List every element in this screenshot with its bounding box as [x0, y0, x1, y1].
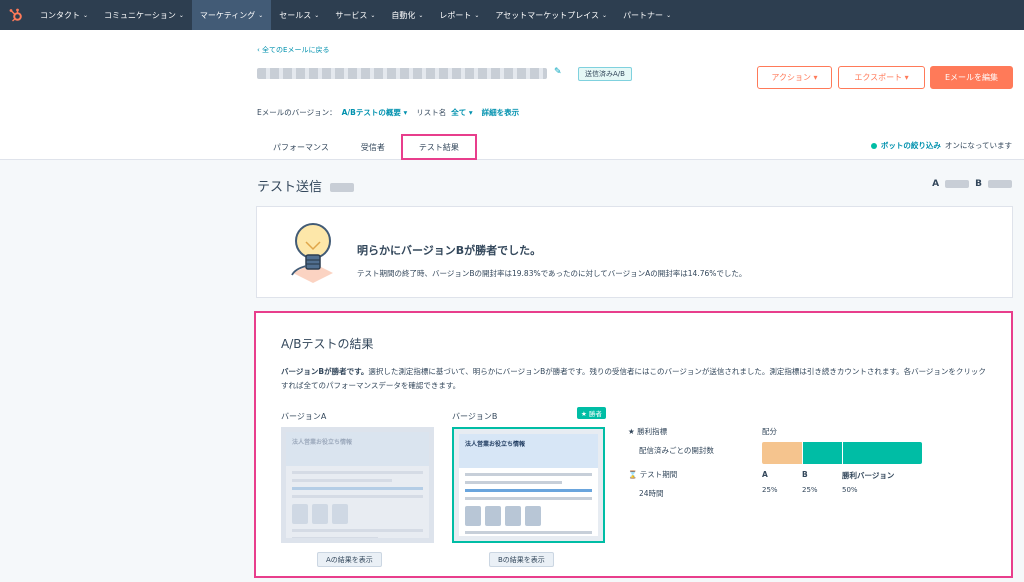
email-title-redacted	[257, 68, 547, 79]
version-selector-row: Eメールのバージョン： A/Bテストの概要 ▾ リスト名 全て ▾ 詳細を表示	[257, 107, 519, 118]
pencil-icon[interactable]: ✎	[554, 67, 562, 77]
chevron-down-icon: ⌄	[666, 11, 672, 19]
distribution-label: B	[802, 470, 808, 479]
chevron-down-icon: ⌄	[602, 11, 608, 19]
tab-test-results[interactable]: テスト結果	[400, 134, 477, 160]
email-header: ‹ 全てのEメールに戻る ✎ 送信済みA/B アクション ▾ エクスポート ▾ …	[0, 30, 1024, 160]
view-a-results-button[interactable]: Aの結果を表示	[317, 552, 382, 567]
distribution-bar	[762, 442, 922, 464]
lightbulb-icon	[287, 219, 339, 290]
ab-test-results-card: A/Bテストの結果 バージョンBが勝者です。選択した測定指標に基づいて、明らかに…	[254, 311, 1013, 578]
actions-button[interactable]: アクション ▾	[757, 66, 832, 89]
view-b-results-button[interactable]: Bの結果を表示	[489, 552, 554, 567]
chevron-down-icon: ⌄	[83, 11, 89, 19]
nav-item[interactable]: レポート ⌄	[431, 0, 487, 30]
chevron-down-icon: ⌄	[258, 11, 264, 19]
metric-heading: 勝利指標	[637, 427, 668, 436]
redacted-chip	[330, 183, 355, 192]
nav-item[interactable]: マーケティング ⌄	[191, 0, 272, 30]
distribution-segment	[762, 442, 802, 464]
distribution-percent: 25%	[802, 486, 818, 494]
export-button[interactable]: エクスポート ▾	[838, 66, 925, 89]
nav-item[interactable]: アセットマーケットプレイス ⌄	[487, 0, 615, 30]
distribution-block: 配分 A B 勝利バージョン 25% 25% 50%	[762, 426, 922, 494]
distribution-segment	[842, 442, 922, 464]
distribution-segment	[802, 442, 842, 464]
nav-item-label: アセットマーケットプレイス	[495, 10, 600, 20]
winner-badge: ★ 勝者	[577, 407, 606, 419]
period-value: 24時間	[639, 489, 664, 498]
tab-performance[interactable]: パフォーマンス	[257, 134, 345, 160]
back-to-emails-link[interactable]: ‹ 全てのEメールに戻る	[257, 45, 329, 55]
nav-item[interactable]: サービス ⌄	[327, 0, 383, 30]
chevron-down-icon: ⌄	[474, 11, 480, 19]
nav-item-label: 自動化	[391, 10, 416, 20]
page-title: テスト送信	[257, 176, 355, 195]
nav-item-label: セールス	[279, 10, 312, 20]
bot-filter-text: オンになっています	[944, 141, 1012, 150]
winner-description: テスト期間の終了時、バージョンBの開封率は19.83%であったのに対してバージョ…	[357, 269, 747, 278]
distribution-heading: 配分	[762, 427, 777, 436]
chevron-down-icon: ⌄	[418, 11, 424, 19]
results-description: バージョンBが勝者です。選択した測定指標に基づいて、明らかにバージョンBが勝者で…	[281, 367, 986, 390]
list-label: リスト名	[416, 108, 447, 117]
nav-item-label: コミュニケーション	[104, 10, 176, 20]
chevron-down-icon: ⌄	[178, 11, 184, 19]
version-b-label: バージョンB	[452, 412, 498, 421]
nav-item[interactable]: 自動化 ⌄	[383, 0, 431, 30]
winner-summary-card: 明らかにバージョンBが勝者でした。 テスト期間の終了時、バージョンBの開封率は1…	[256, 206, 1013, 298]
distribution-percent: 50%	[842, 486, 858, 494]
tab-recipients[interactable]: 受信者	[345, 134, 401, 160]
star-icon: ★	[628, 427, 635, 436]
status-dot-icon	[870, 142, 877, 149]
nav-item[interactable]: コミュニケーション ⌄	[96, 0, 192, 30]
period-heading: テスト期間	[639, 470, 678, 479]
tab-bar: パフォーマンス 受信者 テスト結果	[257, 134, 477, 160]
nav-item[interactable]: パートナー ⌄	[615, 0, 679, 30]
status-badge: 送信済みA/B	[578, 67, 632, 81]
list-dropdown[interactable]: 全て ▾	[451, 107, 472, 118]
nav-item-label: パートナー	[623, 10, 664, 20]
bot-filter-status: ボットの絞り込み オンになっています	[870, 140, 1012, 151]
metric-value: 配信済みごとの開封数	[639, 446, 714, 455]
nav-item[interactable]: セールス ⌄	[271, 0, 327, 30]
version-a-preview[interactable]: 法人営業お役立ち情報	[281, 427, 434, 543]
distribution-percent: 25%	[762, 486, 778, 494]
version-dropdown[interactable]: A/Bテストの概要 ▾	[342, 107, 408, 118]
winner-title: 明らかにバージョンBが勝者でした。	[357, 244, 542, 257]
hubspot-logo-icon[interactable]	[0, 0, 32, 30]
version-label: Eメールのバージョン：	[257, 108, 337, 117]
bot-filter-link[interactable]: ボットの絞り込み	[881, 140, 941, 151]
chevron-down-icon: ⌄	[370, 11, 376, 19]
hourglass-icon: ⌛	[628, 470, 638, 479]
details-link[interactable]: 詳細を表示	[482, 107, 520, 118]
top-navigation: コンタクト ⌄ コミュニケーション ⌄ マーケティング ⌄ セールス ⌄ サービス ⌄ 自動化 ⌄ レポ…	[0, 0, 1024, 30]
version-a-label: バージョンA	[281, 412, 327, 421]
nav-item-label: サービス	[335, 10, 368, 20]
nav-item-label: レポート	[439, 10, 472, 20]
nav-item-label: マーケティング	[199, 10, 256, 20]
version-b-preview[interactable]: 法人営業お役立ち情報	[452, 427, 605, 543]
nav-item-label: コンタクト	[40, 10, 80, 20]
chevron-down-icon: ⌄	[314, 11, 320, 19]
distribution-label: 勝利バージョン	[842, 471, 895, 480]
edit-email-button[interactable]: Eメールを編集	[930, 66, 1013, 89]
results-title: A/Bテストの結果	[281, 337, 374, 351]
distribution-label: A	[762, 470, 768, 479]
nav-item[interactable]: コンタクト ⌄	[32, 0, 96, 30]
ab-version-summary: A B	[932, 179, 1012, 189]
